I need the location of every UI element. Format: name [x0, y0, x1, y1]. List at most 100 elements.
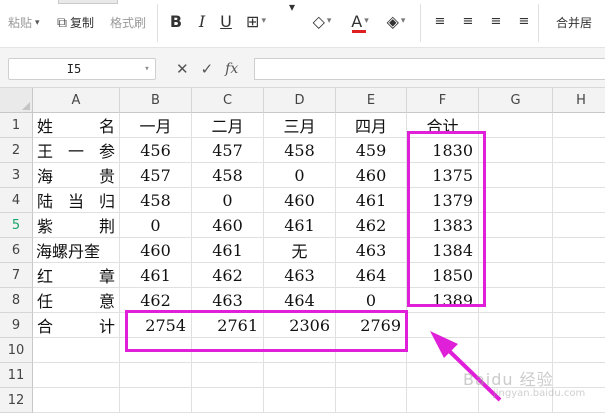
- row-header-7[interactable]: 7: [0, 263, 33, 288]
- grid-cell[interactable]: [479, 113, 553, 138]
- font-size-dropdown-partial[interactable]: ▾: [282, 0, 302, 18]
- grid-cell[interactable]: [479, 313, 553, 338]
- column-title-2[interactable]: 二月: [192, 113, 264, 138]
- name-cell[interactable]: 红章: [33, 263, 120, 288]
- column-title-1[interactable]: 一月: [120, 113, 192, 138]
- column-header-e[interactable]: E: [336, 88, 407, 113]
- value-cell[interactable]: 458: [192, 163, 264, 188]
- row-header-3[interactable]: 3: [0, 163, 33, 188]
- value-cell[interactable]: 463: [264, 263, 336, 288]
- row-header-1[interactable]: 1: [0, 113, 33, 138]
- row-header-8[interactable]: 8: [0, 288, 33, 313]
- chevron-down-icon[interactable]: ▾: [139, 64, 155, 74]
- grid-cell[interactable]: [553, 363, 605, 388]
- column-header-c[interactable]: C: [192, 88, 264, 113]
- merge-center-button[interactable]: 合并居: [556, 14, 592, 31]
- grid-cell[interactable]: [479, 163, 553, 188]
- value-cell[interactable]: 461: [264, 213, 336, 238]
- grid-cell[interactable]: [479, 263, 553, 288]
- name-box[interactable]: I5 ▾: [8, 58, 156, 80]
- name-cell[interactable]: 任意: [33, 288, 120, 313]
- formula-input[interactable]: [254, 58, 605, 80]
- grid-cell[interactable]: [479, 288, 553, 313]
- value-cell[interactable]: 462: [336, 213, 407, 238]
- value-cell[interactable]: 460: [336, 163, 407, 188]
- name-cell[interactable]: 紫荆: [33, 213, 120, 238]
- value-cell[interactable]: 无: [264, 238, 336, 263]
- grid-cell[interactable]: [553, 213, 605, 238]
- value-cell[interactable]: 461: [120, 263, 192, 288]
- grid-cell[interactable]: [553, 188, 605, 213]
- row-header-12[interactable]: 12: [0, 388, 33, 413]
- grid-cell[interactable]: [33, 338, 120, 363]
- paste-button[interactable]: 粘贴 ▾: [8, 14, 40, 31]
- grid-cell[interactable]: [264, 363, 336, 388]
- total-row-label[interactable]: 合计: [33, 313, 120, 338]
- align-justify-button[interactable]: ≡: [514, 10, 534, 32]
- grid-cell[interactable]: [192, 388, 264, 413]
- format-painter-button[interactable]: 格式刷: [110, 14, 146, 31]
- row-header-6[interactable]: 6: [0, 238, 33, 263]
- grid-cell[interactable]: [192, 363, 264, 388]
- grid-cell[interactable]: [336, 388, 407, 413]
- font-color-button[interactable]: A ▾: [350, 10, 370, 32]
- column-title-4[interactable]: 四月: [336, 113, 407, 138]
- grid-cell[interactable]: [479, 188, 553, 213]
- row-header-2[interactable]: 2: [0, 138, 33, 163]
- value-cell[interactable]: 457: [120, 163, 192, 188]
- value-cell[interactable]: 457: [192, 138, 264, 163]
- value-cell[interactable]: 462: [192, 263, 264, 288]
- name-cell[interactable]: 海贵: [33, 163, 120, 188]
- column-header-b[interactable]: B: [120, 88, 192, 113]
- underline-button[interactable]: U: [216, 10, 236, 32]
- cut-button-partial[interactable]: [58, 0, 118, 4]
- grid-cell[interactable]: [553, 263, 605, 288]
- value-cell[interactable]: 461: [336, 188, 407, 213]
- value-cell[interactable]: 0: [264, 163, 336, 188]
- bold-button[interactable]: B: [166, 10, 186, 32]
- grid-cell[interactable]: [479, 338, 553, 363]
- align-center-button[interactable]: ≡: [458, 10, 478, 32]
- cell-a1[interactable]: 姓名: [33, 113, 120, 138]
- select-all-corner[interactable]: [0, 88, 33, 113]
- column-header-g[interactable]: G: [479, 88, 553, 113]
- value-cell[interactable]: 0: [192, 188, 264, 213]
- grid-cell[interactable]: [479, 238, 553, 263]
- grid-cell[interactable]: [336, 363, 407, 388]
- grid-cell[interactable]: [33, 363, 120, 388]
- insert-function-icon[interactable]: fx: [225, 61, 238, 77]
- row-header-11[interactable]: 11: [0, 363, 33, 388]
- grid-cell[interactable]: [479, 213, 553, 238]
- grid-cell[interactable]: [553, 138, 605, 163]
- grid-cell[interactable]: [553, 313, 605, 338]
- row-header-4[interactable]: 4: [0, 188, 33, 213]
- value-cell[interactable]: 463: [336, 238, 407, 263]
- value-cell[interactable]: 460: [120, 238, 192, 263]
- copy-button[interactable]: ⧉ 复制: [57, 14, 94, 31]
- value-cell[interactable]: 458: [264, 138, 336, 163]
- value-cell[interactable]: 459: [336, 138, 407, 163]
- column-header-d[interactable]: D: [264, 88, 336, 113]
- row-header-5[interactable]: 5: [0, 213, 33, 238]
- value-cell[interactable]: 460: [264, 188, 336, 213]
- italic-button[interactable]: I: [192, 10, 212, 32]
- value-cell[interactable]: 458: [120, 188, 192, 213]
- name-cell[interactable]: 海螺丹奎: [33, 238, 120, 263]
- value-cell[interactable]: 0: [120, 213, 192, 238]
- confirm-check-icon[interactable]: ✓: [201, 60, 214, 78]
- cancel-icon[interactable]: ✕: [176, 60, 189, 78]
- name-cell[interactable]: 王一参: [33, 138, 120, 163]
- column-title-3[interactable]: 三月: [264, 113, 336, 138]
- name-cell[interactable]: 陆当归: [33, 188, 120, 213]
- borders-button[interactable]: ⊞ ▾: [246, 10, 266, 32]
- grid-cell[interactable]: [479, 138, 553, 163]
- value-cell[interactable]: 464: [336, 263, 407, 288]
- align-right-button[interactable]: ≡: [486, 10, 506, 32]
- value-cell[interactable]: 460: [192, 213, 264, 238]
- row-header-10[interactable]: 10: [0, 338, 33, 363]
- grid-cell[interactable]: [553, 163, 605, 188]
- grid-cell[interactable]: [120, 388, 192, 413]
- column-header-f[interactable]: F: [407, 88, 479, 113]
- value-cell[interactable]: 461: [192, 238, 264, 263]
- clear-format-button[interactable]: ◈ ▾: [386, 10, 406, 32]
